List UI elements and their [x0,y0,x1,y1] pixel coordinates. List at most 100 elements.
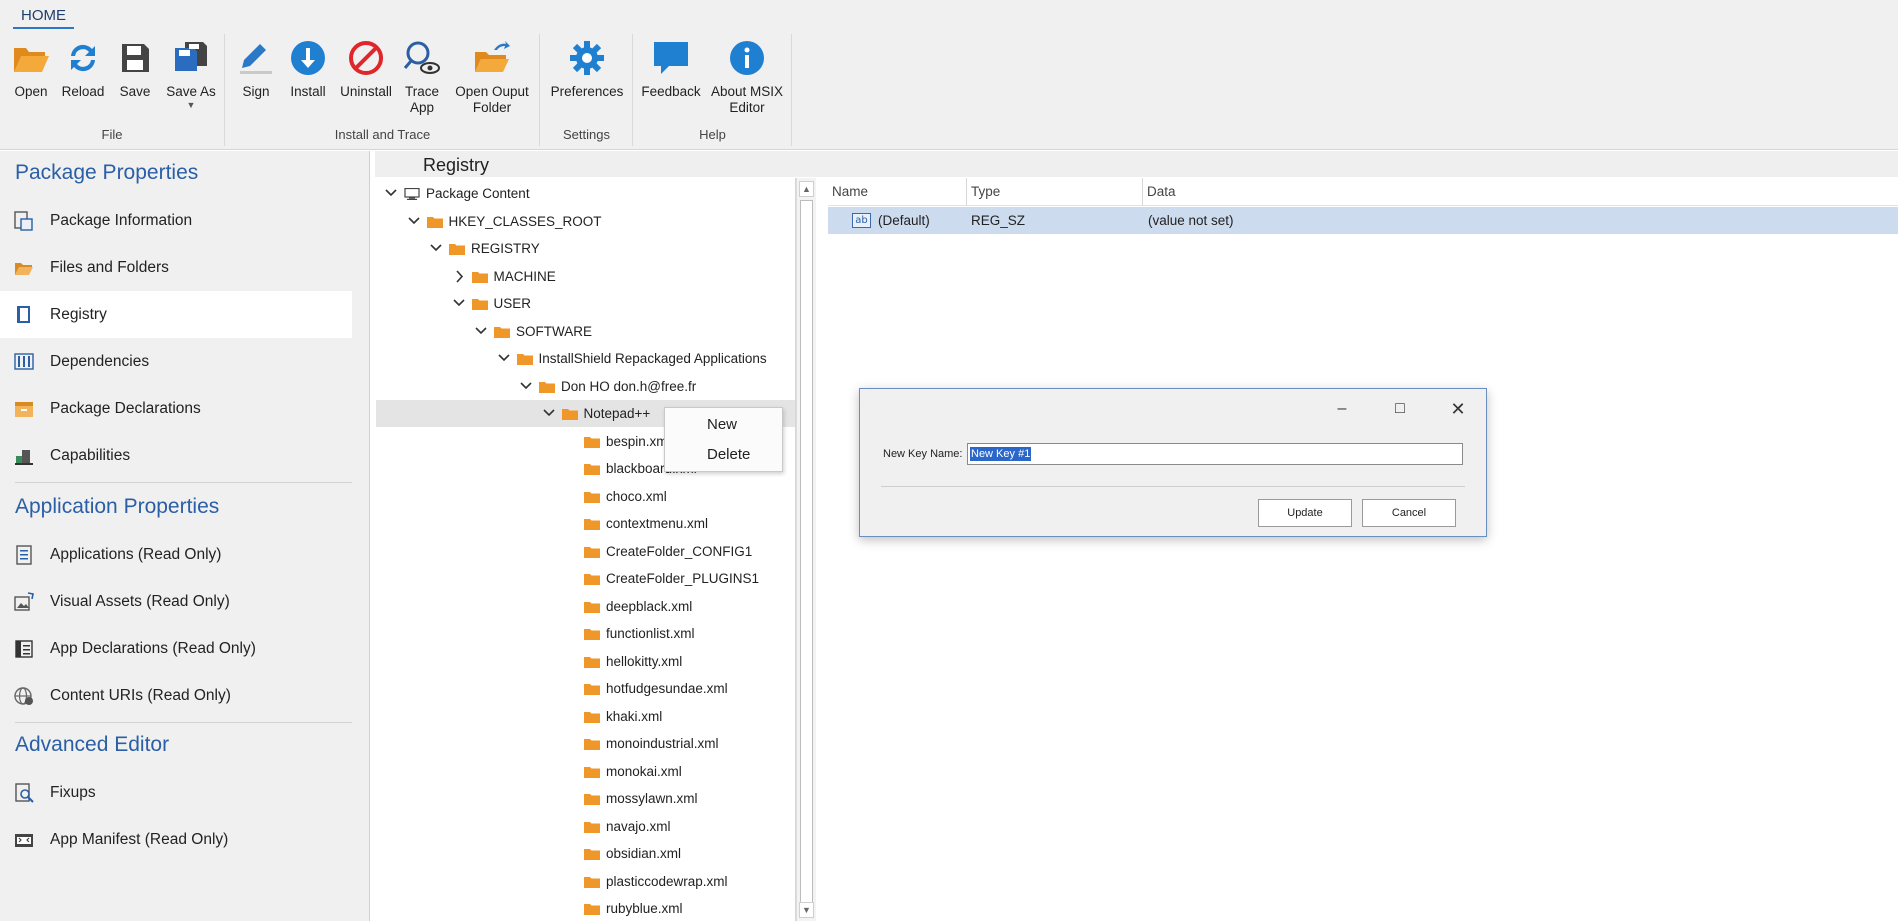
uninstall-label: Uninstall [340,84,392,99]
chevron-down-icon[interactable] [429,235,443,262]
chevron-down-icon[interactable] [452,290,466,317]
trace-app-button[interactable]: Trace App [400,38,444,116]
nav-item-app-declarations[interactable]: App Declarations (Read Only) [0,625,352,672]
folder-icon [584,629,600,640]
install-button[interactable]: Install [288,38,328,100]
tree-node[interactable]: monoindustrial.xml [376,730,795,757]
nav-item-app-manifest[interactable]: App Manifest (Read Only) [0,816,352,863]
tree-node[interactable]: choco.xml [376,483,795,510]
close-icon[interactable]: ✕ [1443,397,1473,421]
declarations-icon [15,640,33,658]
tree-node-label: deepblack.xml [606,598,693,614]
tree-node[interactable]: monokai.xml [376,758,795,785]
tree-node[interactable]: REGISTRY [376,235,795,262]
chevron-down-icon[interactable] [474,318,488,345]
tree-node[interactable]: CreateFolder_PLUGINS1 [376,565,795,592]
tree-node[interactable]: HKEY_CLASSES_ROOT [376,208,795,235]
scroll-thumb[interactable] [800,200,813,912]
group-help: Feedback About MSIX Editor Help [634,34,792,146]
tree-node[interactable]: mossylawn.xml [376,785,795,812]
new-key-name-input[interactable]: New Key #1 [967,443,1463,465]
nav-item-registry[interactable]: Registry [0,291,352,338]
folder-icon [584,766,600,778]
menu-item-delete[interactable]: Delete [665,441,782,469]
tree-node[interactable]: InstallShield Repackaged Applications [376,345,795,372]
nav-item-package-declarations[interactable]: Package Declarations [0,385,352,432]
minimize-icon[interactable]: – [1327,397,1357,421]
nav-item-capabilities[interactable]: Capabilities [0,432,352,479]
document-list-icon [16,545,32,565]
save-button[interactable]: Save [114,38,156,100]
tree-node[interactable]: deepblack.xml [376,593,795,620]
column-header-data[interactable]: Data [1143,178,1898,206]
chevron-down-icon[interactable] [519,373,533,400]
gear-icon [570,41,604,75]
feedback-icon [654,42,688,74]
box-icon [15,402,33,417]
folder-icon [584,904,600,915]
update-button[interactable]: Update [1258,499,1352,527]
scroll-down-icon[interactable]: ▼ [799,902,814,918]
about-button[interactable]: About MSIX Editor [708,38,786,116]
tree-node-label: MACHINE [493,268,556,284]
tree-node[interactable]: rubyblue.xml [376,895,795,921]
tree-node[interactable]: USER [376,290,795,317]
tree-node-label: hellokitty.xml [606,653,683,669]
maximize-icon[interactable]: □ [1385,397,1415,421]
tree-node[interactable]: MACHINE [376,263,795,290]
chevron-right-icon[interactable] [452,263,466,290]
about-label-2: Editor [729,100,765,115]
chevron-down-icon[interactable] [407,208,421,235]
divider [881,486,1465,487]
group-settings-label: Settings [563,127,610,142]
tree-node[interactable]: CreateFolder_CONFIG1 [376,538,795,565]
column-header-name[interactable]: Name [828,178,967,206]
folder-icon [494,326,510,338]
tree-node[interactable]: hotfudgesundae.xml [376,675,795,702]
package-info-icon [14,211,33,231]
tree-node[interactable]: obsidian.xml [376,840,795,867]
scroll-up-icon[interactable]: ▲ [799,181,814,197]
sign-button[interactable]: Sign [236,38,276,100]
cancel-button[interactable]: Cancel [1362,499,1456,527]
nav-label: Capabilities [50,447,131,464]
tree-node[interactable]: SOFTWARE [376,318,795,345]
preferences-button[interactable]: Preferences [547,38,627,100]
nav-item-visual-assets[interactable]: Visual Assets (Read Only) [0,578,352,625]
open-output-folder-button[interactable]: Open Ouput Folder [452,38,532,116]
chevron-down-icon[interactable] [542,400,556,427]
tree-node-label: HKEY_CLASSES_ROOT [448,213,602,229]
tree-node[interactable]: navajo.xml [376,813,795,840]
chevron-down-icon[interactable] [384,180,398,207]
feedback-button[interactable]: Feedback [640,38,702,100]
tree-node[interactable]: khaki.xml [376,703,795,730]
image-icon [14,592,34,611]
nav-item-content-uris[interactable]: Content URIs (Read Only) [0,672,352,719]
tree-scrollbar[interactable]: ▲ ▼ [796,178,816,921]
registry-tree[interactable]: Package Content HKEY_CLASSES_ROOT REGISTRY… [376,178,796,921]
save-as-button[interactable]: Save As ▼ [164,38,218,110]
tree-node[interactable]: functionlist.xml [376,620,795,647]
tree-node-label: InstallShield Repackaged Applications [538,351,767,366]
chevron-down-icon[interactable] [497,345,511,372]
sign-label: Sign [242,84,270,99]
nav-label: Visual Assets (Read Only) [50,593,230,610]
nav-item-files-and-folders[interactable]: Files and Folders [0,244,352,291]
nav-item-dependencies[interactable]: Dependencies [0,338,352,385]
nav-item-package-information[interactable]: Package Information [0,197,352,244]
reload-button[interactable]: Reload [60,38,106,100]
tree-node[interactable]: plasticcodewrap.xml [376,868,795,895]
open-button[interactable]: Open [10,38,52,100]
nav-item-fixups[interactable]: Fixups [0,769,352,816]
menu-item-new[interactable]: New [665,411,782,439]
nav-item-applications[interactable]: Applications (Read Only) [0,531,352,578]
tree-node[interactable]: Don HO don.h@free.fr [376,373,795,400]
tree-node[interactable]: contextmenu.xml [376,510,795,537]
table-row[interactable]: ab (Default) REG_SZ (value not set) [828,207,1898,234]
tab-home[interactable]: HOME [13,5,74,29]
column-header-type[interactable]: Type [967,178,1143,206]
chevron-down-icon[interactable]: ▼ [164,100,218,110]
tree-node[interactable]: hellokitty.xml [376,648,795,675]
tree-node[interactable]: Package Content [376,180,795,207]
uninstall-button[interactable]: Uninstall [340,38,392,100]
